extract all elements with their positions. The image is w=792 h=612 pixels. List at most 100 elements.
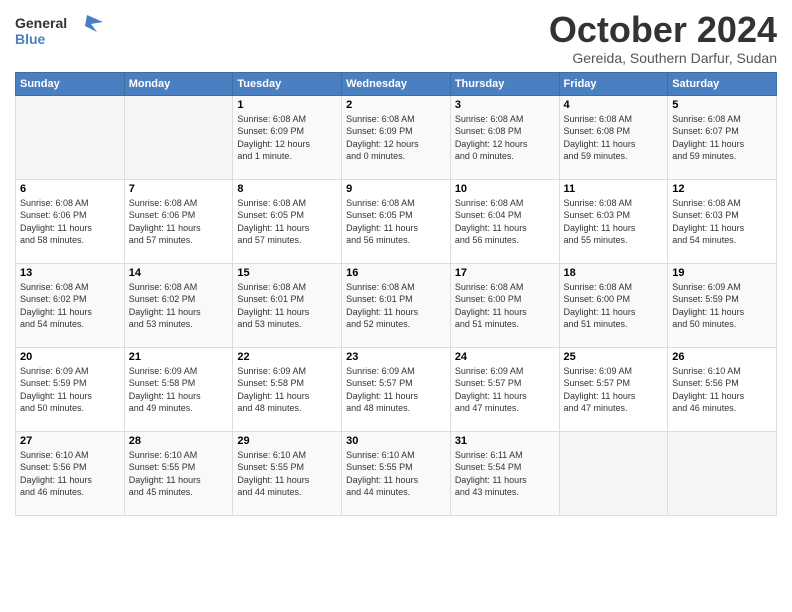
day-detail: Sunrise: 6:08 AM Sunset: 6:05 PM Dayligh…	[237, 197, 337, 247]
header: General Blue October 2024 Gereida, South…	[15, 10, 777, 66]
calendar-cell: 26 Sunrise: 6:10 AM Sunset: 5:56 PM Dayli…	[668, 347, 777, 431]
logo: General Blue	[15, 10, 105, 55]
day-number: 28	[129, 435, 229, 447]
calendar-cell: 30 Sunrise: 6:10 AM Sunset: 5:55 PM Dayli…	[342, 431, 451, 515]
day-detail: Sunrise: 6:08 AM Sunset: 6:02 PM Dayligh…	[129, 281, 229, 331]
day-number: 4	[564, 99, 664, 111]
calendar-cell: 2Sunrise: 6:08 AM Sunset: 6:09 PM Daylig…	[342, 95, 451, 179]
weekday-header-row: SundayMondayTuesdayWednesdayThursdayFrid…	[16, 72, 777, 95]
day-number: 7	[129, 183, 229, 195]
calendar-cell: 11 Sunrise: 6:08 AM Sunset: 6:03 PM Dayli…	[559, 179, 668, 263]
day-number: 29	[237, 435, 337, 447]
day-number: 27	[20, 435, 120, 447]
day-number: 11	[564, 183, 664, 195]
day-detail: Sunrise: 6:08 AM Sunset: 6:03 PM Dayligh…	[564, 197, 664, 247]
weekday-header-thursday: Thursday	[450, 72, 559, 95]
day-detail: Sunrise: 6:09 AM Sunset: 5:58 PM Dayligh…	[129, 365, 229, 415]
day-detail: Sunrise: 6:08 AM Sunset: 6:07 PM Dayligh…	[672, 113, 772, 163]
calendar-cell: 20 Sunrise: 6:09 AM Sunset: 5:59 PM Dayli…	[16, 347, 125, 431]
day-number: 31	[455, 435, 555, 447]
day-number: 26	[672, 351, 772, 363]
day-number: 25	[564, 351, 664, 363]
page-container: General Blue October 2024 Gereida, South…	[0, 0, 792, 521]
day-detail: Sunrise: 6:11 AM Sunset: 5:54 PM Dayligh…	[455, 449, 555, 499]
calendar-cell: 12Sunrise: 6:08 AM Sunset: 6:03 PM Dayli…	[668, 179, 777, 263]
calendar-week-5: 27 Sunrise: 6:10 AM Sunset: 5:56 PM Dayli…	[16, 431, 777, 515]
calendar-cell	[668, 431, 777, 515]
day-detail: Sunrise: 6:08 AM Sunset: 6:01 PM Dayligh…	[237, 281, 337, 331]
calendar-table: SundayMondayTuesdayWednesdayThursdayFrid…	[15, 72, 777, 516]
calendar-cell: 27 Sunrise: 6:10 AM Sunset: 5:56 PM Dayli…	[16, 431, 125, 515]
day-number: 20	[20, 351, 120, 363]
day-detail: Sunrise: 6:08 AM Sunset: 6:06 PM Dayligh…	[20, 197, 120, 247]
day-detail: Sunrise: 6:10 AM Sunset: 5:55 PM Dayligh…	[129, 449, 229, 499]
calendar-cell: 15 Sunrise: 6:08 AM Sunset: 6:01 PM Dayli…	[233, 263, 342, 347]
calendar-cell: 3Sunrise: 6:08 AM Sunset: 6:08 PM Daylig…	[450, 95, 559, 179]
calendar-cell	[16, 95, 125, 179]
calendar-cell	[559, 431, 668, 515]
day-detail: Sunrise: 6:09 AM Sunset: 5:59 PM Dayligh…	[20, 365, 120, 415]
calendar-cell: 16 Sunrise: 6:08 AM Sunset: 6:01 PM Dayli…	[342, 263, 451, 347]
day-number: 30	[346, 435, 446, 447]
day-detail: Sunrise: 6:09 AM Sunset: 5:57 PM Dayligh…	[564, 365, 664, 415]
calendar-cell: 24Sunrise: 6:09 AM Sunset: 5:57 PM Dayli…	[450, 347, 559, 431]
day-number: 8	[237, 183, 337, 195]
day-detail: Sunrise: 6:08 AM Sunset: 6:02 PM Dayligh…	[20, 281, 120, 331]
day-detail: Sunrise: 6:09 AM Sunset: 5:59 PM Dayligh…	[672, 281, 772, 331]
day-number: 9	[346, 183, 446, 195]
calendar-cell: 9 Sunrise: 6:08 AM Sunset: 6:05 PM Daylig…	[342, 179, 451, 263]
page-subtitle: Gereida, Southern Darfur, Sudan	[549, 50, 777, 66]
calendar-cell: 28 Sunrise: 6:10 AM Sunset: 5:55 PM Dayli…	[124, 431, 233, 515]
day-detail: Sunrise: 6:08 AM Sunset: 6:08 PM Dayligh…	[455, 113, 555, 163]
calendar-header: SundayMondayTuesdayWednesdayThursdayFrid…	[16, 72, 777, 95]
weekday-header-tuesday: Tuesday	[233, 72, 342, 95]
day-detail: Sunrise: 6:09 AM Sunset: 5:57 PM Dayligh…	[346, 365, 446, 415]
calendar-cell: 6 Sunrise: 6:08 AM Sunset: 6:06 PM Daylig…	[16, 179, 125, 263]
calendar-cell: 31 Sunrise: 6:11 AM Sunset: 5:54 PM Dayli…	[450, 431, 559, 515]
day-number: 15	[237, 267, 337, 279]
day-detail: Sunrise: 6:10 AM Sunset: 5:56 PM Dayligh…	[672, 365, 772, 415]
day-number: 5	[672, 99, 772, 111]
page-title: October 2024	[549, 10, 777, 50]
day-number: 22	[237, 351, 337, 363]
day-detail: Sunrise: 6:09 AM Sunset: 5:58 PM Dayligh…	[237, 365, 337, 415]
calendar-cell: 7 Sunrise: 6:08 AM Sunset: 6:06 PM Daylig…	[124, 179, 233, 263]
day-detail: Sunrise: 6:08 AM Sunset: 6:01 PM Dayligh…	[346, 281, 446, 331]
day-number: 6	[20, 183, 120, 195]
calendar-cell: 5 Sunrise: 6:08 AM Sunset: 6:07 PM Daylig…	[668, 95, 777, 179]
day-detail: Sunrise: 6:08 AM Sunset: 6:04 PM Dayligh…	[455, 197, 555, 247]
day-detail: Sunrise: 6:10 AM Sunset: 5:55 PM Dayligh…	[346, 449, 446, 499]
day-detail: Sunrise: 6:08 AM Sunset: 6:00 PM Dayligh…	[455, 281, 555, 331]
calendar-cell: 21Sunrise: 6:09 AM Sunset: 5:58 PM Dayli…	[124, 347, 233, 431]
calendar-week-2: 6 Sunrise: 6:08 AM Sunset: 6:06 PM Daylig…	[16, 179, 777, 263]
calendar-cell: 1Sunrise: 6:08 AM Sunset: 6:09 PM Daylig…	[233, 95, 342, 179]
calendar-body: 1Sunrise: 6:08 AM Sunset: 6:09 PM Daylig…	[16, 95, 777, 515]
day-number: 23	[346, 351, 446, 363]
svg-text:General: General	[15, 15, 67, 31]
calendar-week-1: 1Sunrise: 6:08 AM Sunset: 6:09 PM Daylig…	[16, 95, 777, 179]
day-detail: Sunrise: 6:10 AM Sunset: 5:55 PM Dayligh…	[237, 449, 337, 499]
day-detail: Sunrise: 6:10 AM Sunset: 5:56 PM Dayligh…	[20, 449, 120, 499]
weekday-header-monday: Monday	[124, 72, 233, 95]
logo-block: General Blue	[15, 10, 105, 55]
calendar-cell: 4 Sunrise: 6:08 AM Sunset: 6:08 PM Daylig…	[559, 95, 668, 179]
calendar-cell: 23 Sunrise: 6:09 AM Sunset: 5:57 PM Dayli…	[342, 347, 451, 431]
title-block: October 2024 Gereida, Southern Darfur, S…	[549, 10, 777, 66]
weekday-header-wednesday: Wednesday	[342, 72, 451, 95]
calendar-cell: 10Sunrise: 6:08 AM Sunset: 6:04 PM Dayli…	[450, 179, 559, 263]
day-detail: Sunrise: 6:08 AM Sunset: 6:09 PM Dayligh…	[346, 113, 446, 163]
day-number: 13	[20, 267, 120, 279]
day-number: 24	[455, 351, 555, 363]
weekday-header-sunday: Sunday	[16, 72, 125, 95]
calendar-cell: 18Sunrise: 6:08 AM Sunset: 6:00 PM Dayli…	[559, 263, 668, 347]
day-detail: Sunrise: 6:08 AM Sunset: 6:08 PM Dayligh…	[564, 113, 664, 163]
day-detail: Sunrise: 6:08 AM Sunset: 6:06 PM Dayligh…	[129, 197, 229, 247]
calendar-cell: 22 Sunrise: 6:09 AM Sunset: 5:58 PM Dayli…	[233, 347, 342, 431]
calendar-cell: 14Sunrise: 6:08 AM Sunset: 6:02 PM Dayli…	[124, 263, 233, 347]
calendar-cell: 8 Sunrise: 6:08 AM Sunset: 6:05 PM Daylig…	[233, 179, 342, 263]
calendar-cell: 29 Sunrise: 6:10 AM Sunset: 5:55 PM Dayli…	[233, 431, 342, 515]
calendar-cell: 19Sunrise: 6:09 AM Sunset: 5:59 PM Dayli…	[668, 263, 777, 347]
day-number: 16	[346, 267, 446, 279]
calendar-cell: 25 Sunrise: 6:09 AM Sunset: 5:57 PM Dayli…	[559, 347, 668, 431]
day-detail: Sunrise: 6:08 AM Sunset: 6:05 PM Dayligh…	[346, 197, 446, 247]
